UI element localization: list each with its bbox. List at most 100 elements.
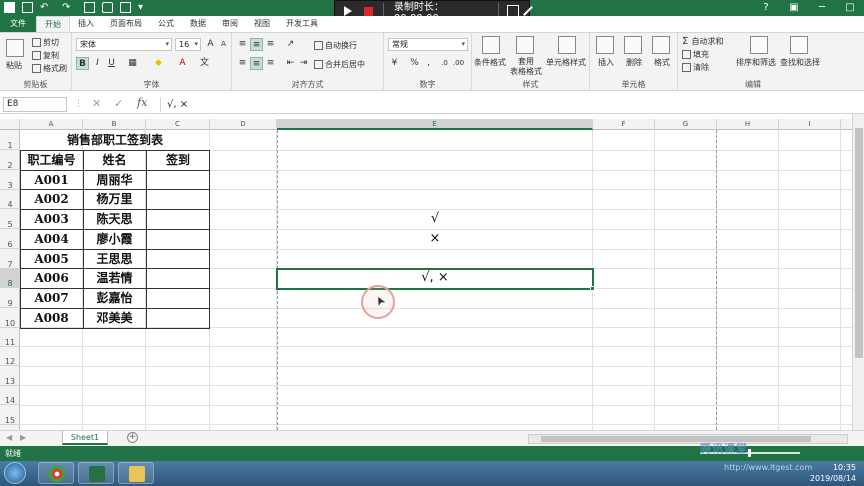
align-center-icon[interactable]: ≡: [250, 57, 263, 70]
row-header[interactable]: 13: [0, 366, 20, 386]
align-middle-icon[interactable]: ≡: [250, 38, 263, 51]
employee-name-cell[interactable]: 王思思: [83, 249, 146, 269]
increase-decimal-icon[interactable]: .0: [438, 57, 451, 70]
select-all-corner[interactable]: [0, 119, 20, 130]
conditional-format-button[interactable]: 条件格式: [474, 57, 506, 68]
row-header[interactable]: 15: [0, 405, 20, 425]
enter-icon[interactable]: ✓: [114, 97, 123, 110]
employee-id-cell[interactable]: A002: [20, 189, 83, 209]
tab-formulas[interactable]: 公式: [150, 16, 182, 32]
cancel-icon[interactable]: ✕: [92, 97, 101, 110]
underline-button[interactable]: U: [105, 57, 118, 70]
tab-file[interactable]: 文件: [0, 16, 36, 32]
employee-name-cell[interactable]: 廖小霞: [83, 229, 146, 249]
align-bottom-icon[interactable]: ≡: [264, 38, 277, 51]
row-header[interactable]: 1: [0, 130, 20, 150]
orientation-icon[interactable]: ↗: [284, 38, 297, 51]
font-size-select[interactable]: 16: [175, 38, 201, 51]
find-select-icon[interactable]: [790, 36, 808, 54]
play-icon[interactable]: [344, 6, 352, 16]
tab-page-layout[interactable]: 页面布局: [102, 16, 150, 32]
start-button[interactable]: [4, 462, 26, 484]
row-header[interactable]: 12: [0, 346, 20, 366]
phonetic-icon[interactable]: 文: [198, 57, 211, 70]
sort-filter-icon[interactable]: [750, 36, 768, 54]
next-sheet-icon[interactable]: ▶: [20, 433, 26, 442]
percent-icon[interactable]: %: [408, 57, 421, 70]
merge-center-button[interactable]: 合并后居中: [314, 59, 365, 70]
employee-name-cell[interactable]: 陈天思: [83, 209, 146, 229]
new-file-icon[interactable]: [84, 2, 95, 13]
tab-insert[interactable]: 插入: [70, 16, 102, 32]
row-header[interactable]: 6: [0, 229, 20, 249]
customize-icon[interactable]: ▾: [138, 2, 149, 13]
italic-button[interactable]: I: [91, 57, 104, 70]
row-header[interactable]: 11: [0, 327, 20, 347]
tab-view[interactable]: 视图: [246, 16, 278, 32]
cell-e5[interactable]: √: [277, 209, 593, 229]
sign-in-cell[interactable]: [146, 170, 210, 190]
column-header[interactable]: F: [593, 119, 655, 130]
employee-name-cell[interactable]: 温若情: [83, 268, 146, 288]
employee-id-cell[interactable]: A008: [20, 308, 83, 328]
row-header[interactable]: 3: [0, 170, 20, 190]
ribbon-display-icon[interactable]: ▣: [780, 0, 808, 16]
currency-icon[interactable]: ¥: [388, 57, 401, 70]
sign-in-cell[interactable]: [146, 189, 210, 209]
row-header[interactable]: 5: [0, 209, 20, 229]
fill-color-icon[interactable]: ◆: [152, 57, 165, 70]
table-header[interactable]: 签到: [146, 150, 210, 170]
border-icon[interactable]: ▦: [126, 57, 139, 70]
vertical-scrollbar[interactable]: [852, 114, 864, 430]
employee-name-cell[interactable]: 彭嘉怡: [83, 288, 146, 308]
table-title[interactable]: 销售部职工签到表: [20, 130, 210, 150]
help-icon[interactable]: ?: [752, 0, 780, 16]
employee-id-cell[interactable]: A004: [20, 229, 83, 249]
taskbar-excel[interactable]: [78, 462, 114, 484]
employee-name-cell[interactable]: 杨万里: [83, 189, 146, 209]
delete-cells-button[interactable]: 删除: [626, 57, 642, 68]
decrease-font-icon[interactable]: A: [217, 38, 230, 51]
tab-data[interactable]: 数据: [182, 16, 214, 32]
add-sheet-icon[interactable]: +: [127, 432, 138, 443]
formula-input[interactable]: √, ×: [160, 97, 850, 112]
column-header[interactable]: G: [655, 119, 717, 130]
tab-home[interactable]: 开始: [36, 16, 70, 32]
undo-icon[interactable]: ↶: [40, 2, 51, 13]
copy-button[interactable]: 复制: [32, 50, 59, 61]
align-left-icon[interactable]: ≡: [236, 57, 249, 70]
sort-filter-button[interactable]: 排序和筛选: [736, 57, 776, 68]
clear-button[interactable]: 清除: [682, 62, 709, 73]
sign-in-cell[interactable]: [146, 288, 210, 308]
sign-in-cell[interactable]: [146, 268, 210, 288]
row-header[interactable]: 14: [0, 385, 20, 405]
row-header[interactable]: 4: [0, 189, 20, 209]
taskbar-chrome[interactable]: [38, 462, 74, 484]
fill-handle[interactable]: [590, 286, 595, 291]
employee-id-cell[interactable]: A005: [20, 249, 83, 269]
open-icon[interactable]: [120, 2, 131, 13]
print-preview-icon[interactable]: [102, 2, 113, 13]
column-header[interactable]: E: [277, 119, 593, 130]
row-header[interactable]: 2: [0, 150, 20, 170]
row-header[interactable]: 7: [0, 249, 20, 269]
table-header[interactable]: 姓名: [83, 150, 146, 170]
insert-cells-button[interactable]: 插入: [598, 57, 614, 68]
sign-in-cell[interactable]: [146, 308, 210, 328]
save-icon[interactable]: [22, 2, 33, 13]
employee-name-cell[interactable]: 邓美美: [83, 308, 146, 328]
cell-e6[interactable]: ×: [277, 229, 593, 249]
increase-indent-icon[interactable]: ⇥: [297, 57, 310, 70]
prev-sheet-icon[interactable]: ◀: [6, 433, 12, 442]
paste-icon[interactable]: [6, 39, 24, 57]
wrap-text-button[interactable]: 自动换行: [314, 40, 357, 51]
column-header[interactable]: A: [20, 119, 83, 130]
sign-in-cell[interactable]: [146, 249, 210, 269]
column-header[interactable]: H: [717, 119, 779, 130]
employee-id-cell[interactable]: A006: [20, 268, 83, 288]
conditional-format-icon[interactable]: [482, 36, 500, 54]
cut-button[interactable]: 剪切: [32, 37, 59, 48]
format-cells-button[interactable]: 格式: [654, 57, 670, 68]
find-select-button[interactable]: 查找和选择: [780, 57, 820, 68]
fill-button[interactable]: 填充: [682, 49, 709, 60]
